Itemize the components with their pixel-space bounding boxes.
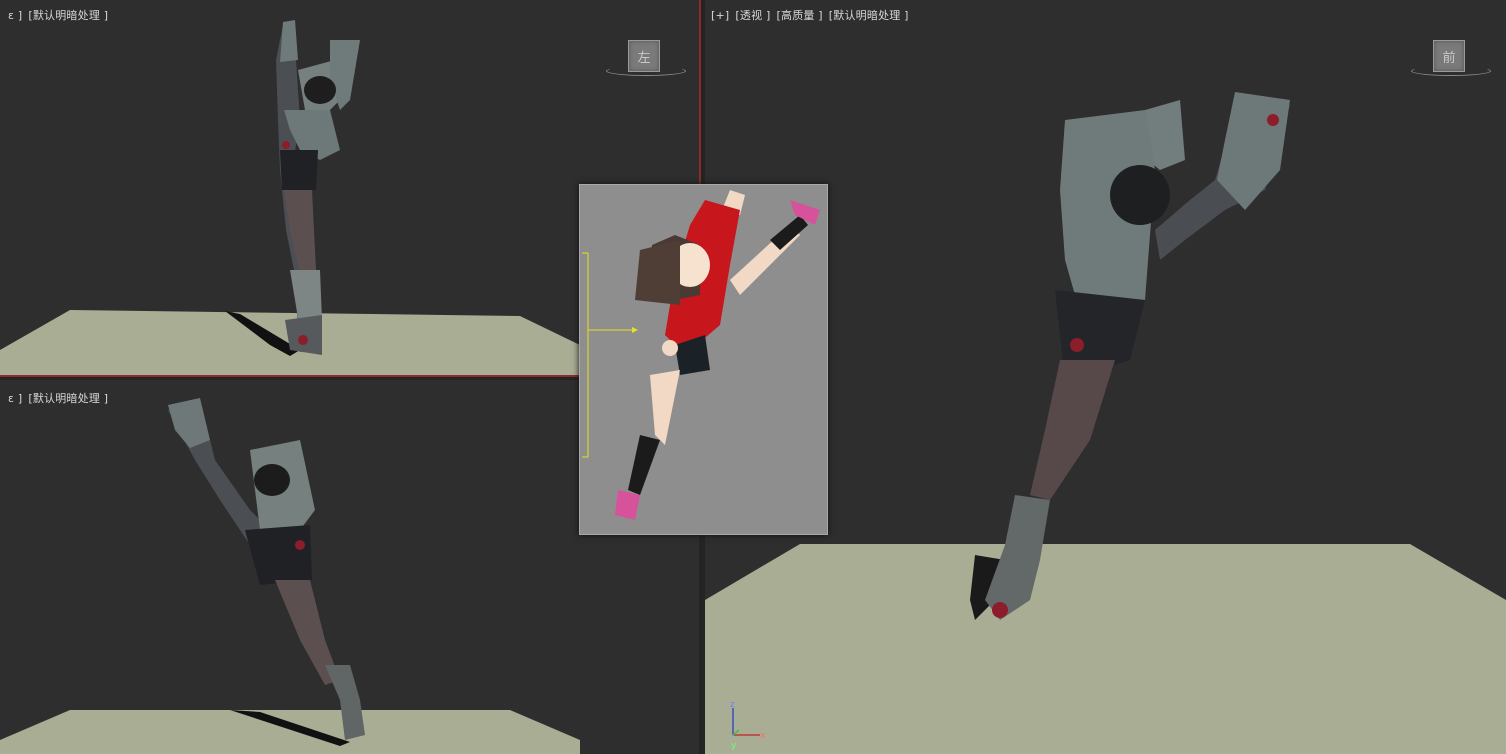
character-model: [168, 398, 365, 740]
anime-girl-figure: [615, 190, 820, 520]
ground-plane: [705, 544, 1506, 754]
reference-pointer: [582, 252, 638, 458]
reference-illustration: [582, 190, 820, 520]
active-viewport-border: [0, 375, 580, 377]
axis-z-label: z: [730, 700, 735, 710]
character-model: [276, 20, 360, 355]
reference-image-panel[interactable]: [579, 184, 828, 535]
character-model: [985, 92, 1290, 620]
ground-plane: [0, 710, 580, 754]
axis-y-label: y: [731, 741, 737, 751]
axis-x-label: x: [760, 731, 766, 741]
